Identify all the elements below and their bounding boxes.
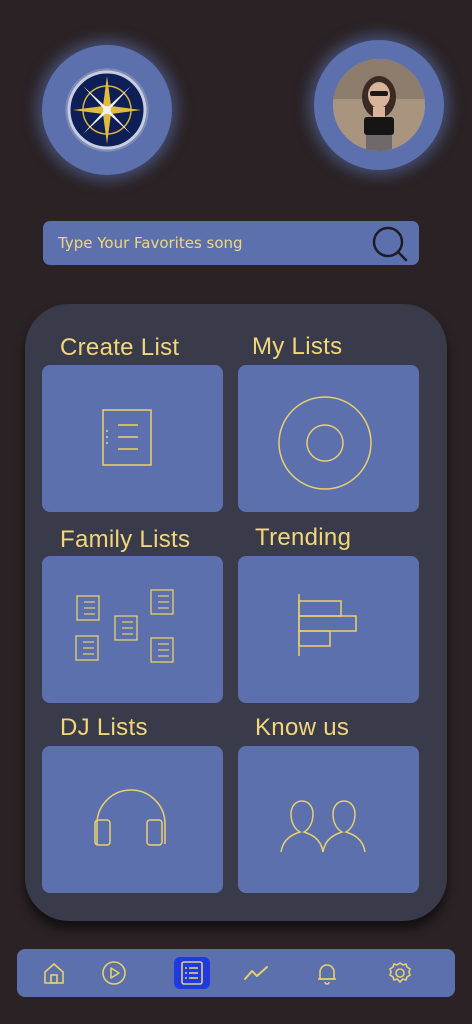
bell-icon [318,964,336,985]
dj-lists-tile[interactable] [42,746,223,893]
trending-tile[interactable] [238,556,419,703]
nav-settings-button[interactable] [385,958,415,988]
list-icon [181,961,203,985]
nav-trending-button[interactable] [241,958,271,988]
know-us-tile[interactable] [238,746,419,893]
multiple-lists-icon [75,589,174,663]
family-lists-label: Family Lists [60,526,191,553]
user-profile-photo [333,59,425,151]
headphones-icon [94,789,166,846]
create-list-label: Create List [60,334,180,361]
logo-avatar[interactable] [42,45,172,175]
categories-panel: Create List My Lists Family Lists Trendi… [25,304,447,921]
my-lists-label: My Lists [252,333,343,360]
dj-lists-label: DJ Lists [60,714,148,741]
play-icon [102,961,126,985]
nav-notifications-button[interactable] [312,958,342,988]
nav-play-button[interactable] [99,958,129,988]
know-us-label: Know us [255,714,350,741]
user-avatar[interactable] [314,40,444,170]
nav-home-button[interactable] [39,958,69,988]
bar-chart-icon [298,594,357,656]
home-icon [44,962,64,984]
search-bar [43,221,419,265]
family-lists-tile[interactable] [42,556,223,703]
gear-icon [389,962,411,984]
bottom-nav [17,949,455,997]
create-list-tile[interactable] [42,365,223,512]
search-input[interactable] [58,221,358,265]
people-icon [280,800,366,853]
disc-icon [278,396,372,490]
list-document-icon [102,409,152,466]
nav-lists-button[interactable] [177,958,207,988]
my-lists-tile[interactable] [238,365,419,512]
trending-label: Trending [255,524,352,551]
compass-logo-icon [65,68,149,152]
search-icon[interactable] [371,225,409,263]
trend-icon [244,966,268,980]
